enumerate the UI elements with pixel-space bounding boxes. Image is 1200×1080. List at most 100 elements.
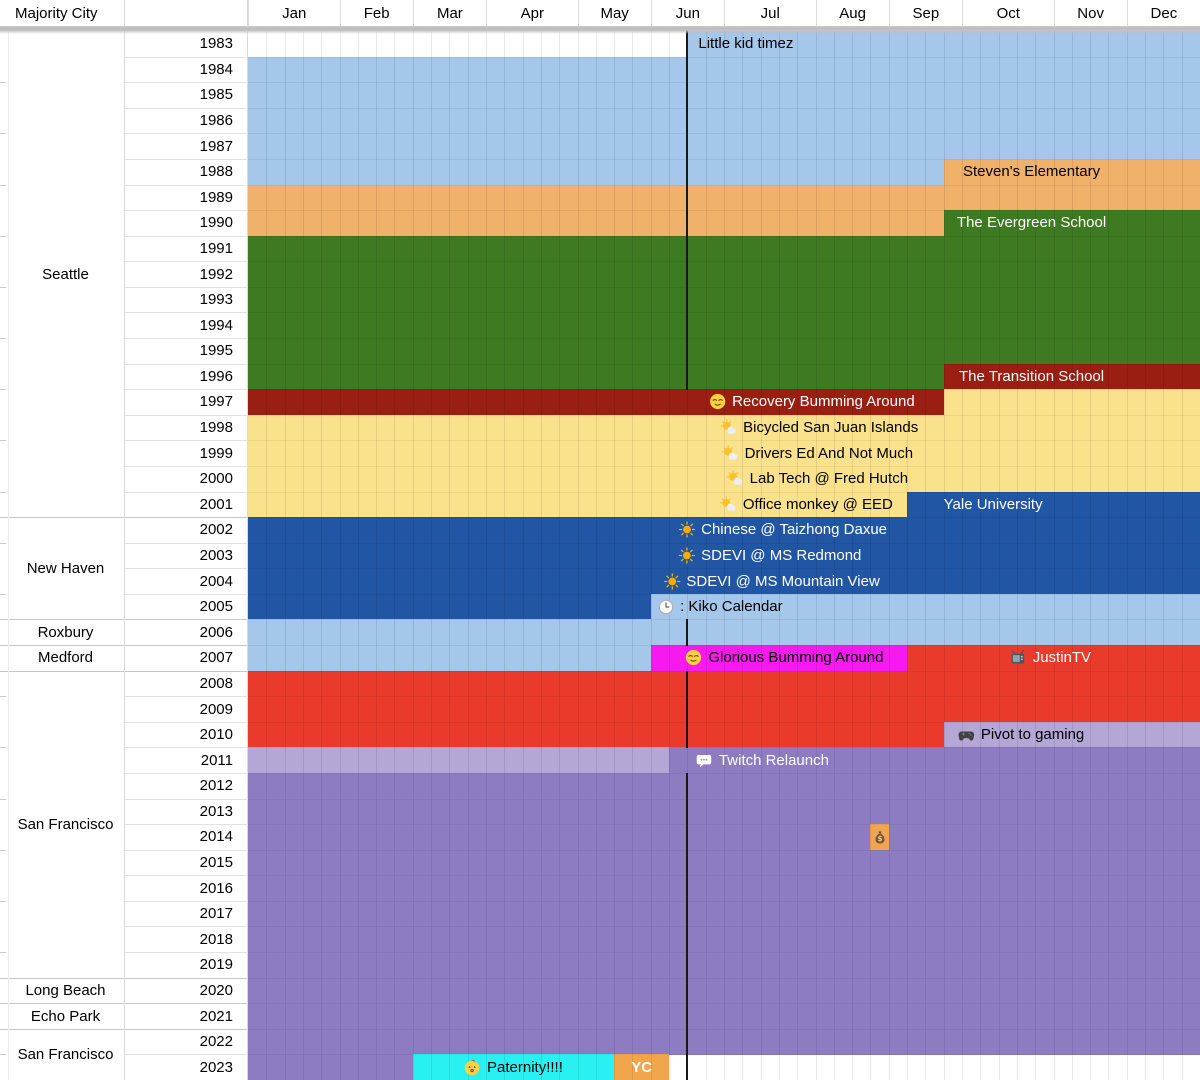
- month-header-jan[interactable]: Jan: [248, 0, 340, 27]
- month-header-dec[interactable]: Dec: [1127, 0, 1200, 27]
- month-header-jul[interactable]: Jul: [724, 0, 816, 27]
- year-label[interactable]: 1987: [125, 133, 233, 159]
- year-label[interactable]: 1999: [125, 440, 233, 466]
- year-label[interactable]: 1989: [125, 185, 233, 211]
- event-label[interactable]: Recovery Bumming Around: [709, 389, 915, 415]
- event-label[interactable]: Yale University: [944, 492, 1043, 518]
- year-label[interactable]: 2010: [125, 722, 233, 748]
- year-label[interactable]: 2019: [125, 952, 233, 978]
- year-label[interactable]: 2014: [125, 824, 233, 850]
- event-label[interactable]: YC: [631, 1054, 652, 1080]
- month-header-sep[interactable]: Sep: [889, 0, 962, 27]
- year-label[interactable]: 1986: [125, 108, 233, 134]
- year-label[interactable]: 2003: [125, 543, 233, 569]
- event-label[interactable]: $: [872, 824, 888, 850]
- month-header-may[interactable]: May: [578, 0, 651, 27]
- year-label[interactable]: 2009: [125, 696, 233, 722]
- month-header-mar[interactable]: Mar: [413, 0, 486, 27]
- year-label[interactable]: 1995: [125, 338, 233, 364]
- year-label[interactable]: 1983: [125, 31, 233, 57]
- year-label[interactable]: 1997: [125, 389, 233, 415]
- month-header-label: Jun: [676, 5, 700, 22]
- month-header-oct[interactable]: Oct: [962, 0, 1054, 27]
- city-group-label[interactable]: Seattle: [8, 31, 123, 517]
- city-group-label[interactable]: Medford: [8, 645, 123, 671]
- event-label[interactable]: Glorious Bumming Around: [685, 645, 883, 671]
- row-separator: [248, 824, 1200, 825]
- year-label[interactable]: 1993: [125, 287, 233, 313]
- year-label[interactable]: 2007: [125, 645, 233, 671]
- city-group-label[interactable]: Roxbury: [8, 619, 123, 645]
- event-label[interactable]: Drivers Ed And Not Much: [722, 440, 913, 466]
- year-label[interactable]: 2000: [125, 466, 233, 492]
- timeline-segment[interactable]: [248, 1054, 413, 1080]
- birthday-line: [686, 952, 688, 979]
- year-label[interactable]: 1991: [125, 236, 233, 262]
- birthday-line: [686, 722, 688, 749]
- event-label[interactable]: Bicycled San Juan Islands: [720, 415, 918, 441]
- gutter-tick: [0, 1054, 6, 1055]
- year-label[interactable]: 2016: [125, 875, 233, 901]
- year-label[interactable]: 2006: [125, 619, 233, 645]
- city-group-label[interactable]: Long Beach: [8, 978, 123, 1004]
- event-label[interactable]: Chinese @ Taizhong Daxue: [678, 517, 887, 543]
- event-label[interactable]: SDEVI @ MS Mountain View: [663, 568, 879, 594]
- year-label[interactable]: 2017: [125, 901, 233, 927]
- years-header-cell[interactable]: [125, 0, 248, 27]
- event-label[interactable]: Little kid timez: [698, 31, 793, 57]
- year-label[interactable]: 2023: [125, 1054, 233, 1080]
- birthday-line: [686, 261, 688, 288]
- year-label[interactable]: 2011: [125, 747, 233, 773]
- month-header-apr[interactable]: Apr: [486, 0, 578, 27]
- month-header-feb[interactable]: Feb: [340, 0, 413, 27]
- city-group-label[interactable]: Echo Park: [8, 1003, 123, 1029]
- city-group-label[interactable]: San Francisco: [8, 1029, 123, 1080]
- event-label[interactable]: Paternity!!!!: [464, 1054, 563, 1080]
- year-label[interactable]: 2008: [125, 671, 233, 697]
- month-header-jun[interactable]: Jun: [651, 0, 724, 27]
- year-label[interactable]: 1985: [125, 82, 233, 108]
- row-separator: [248, 1003, 1200, 1004]
- event-label[interactable]: The Evergreen School: [957, 210, 1106, 236]
- gridline-vertical: [651, 31, 652, 1080]
- timeline-segment[interactable]: [248, 747, 669, 774]
- city-group-label[interactable]: New Haven: [8, 517, 123, 619]
- year-label[interactable]: 2021: [125, 1003, 233, 1029]
- gridline-vertical: [1108, 31, 1109, 1080]
- year-label[interactable]: 2015: [125, 850, 233, 876]
- year-label[interactable]: 2001: [125, 492, 233, 518]
- year-label[interactable]: 1988: [125, 159, 233, 185]
- year-label[interactable]: 1998: [125, 415, 233, 441]
- event-label[interactable]: Lab Tech @ Fred Hutch: [727, 466, 908, 492]
- year-label[interactable]: 2005: [125, 594, 233, 620]
- year-label[interactable]: 1992: [125, 261, 233, 287]
- year-label[interactable]: 2012: [125, 773, 233, 799]
- city-group-label[interactable]: San Francisco: [8, 671, 123, 978]
- event-label[interactable]: : Kiko Calendar: [658, 594, 783, 620]
- year-label[interactable]: 1984: [125, 57, 233, 83]
- corner-header-majority-city[interactable]: Majority City: [8, 0, 125, 27]
- gridline-vertical: [413, 31, 414, 1080]
- event-label[interactable]: Twitch Relaunch: [696, 747, 829, 773]
- event-label[interactable]: Steven's Elementary: [963, 159, 1100, 185]
- event-label[interactable]: JustinTV: [1009, 645, 1091, 671]
- month-header-aug[interactable]: Aug: [816, 0, 889, 27]
- event-label[interactable]: Office monkey @ EED: [720, 492, 893, 518]
- gridline-vertical: [1035, 31, 1036, 1080]
- gridline-vertical: [999, 31, 1000, 1080]
- month-header-nov[interactable]: Nov: [1054, 0, 1127, 27]
- event-label[interactable]: Pivot to gaming: [957, 722, 1084, 748]
- event-label[interactable]: The Transition School: [959, 364, 1104, 390]
- year-label[interactable]: 1990: [125, 210, 233, 236]
- year-label[interactable]: 2004: [125, 568, 233, 594]
- year-label[interactable]: 1994: [125, 312, 233, 338]
- year-label[interactable]: 1996: [125, 364, 233, 390]
- year-label[interactable]: 2018: [125, 926, 233, 952]
- year-label[interactable]: 2013: [125, 799, 233, 825]
- year-label[interactable]: 2020: [125, 978, 233, 1004]
- year-label[interactable]: 2002: [125, 517, 233, 543]
- birthday-line: [686, 185, 688, 212]
- money-bag-icon: $: [872, 828, 888, 846]
- event-label[interactable]: SDEVI @ MS Redmond: [678, 543, 861, 569]
- year-label[interactable]: 2022: [125, 1029, 233, 1055]
